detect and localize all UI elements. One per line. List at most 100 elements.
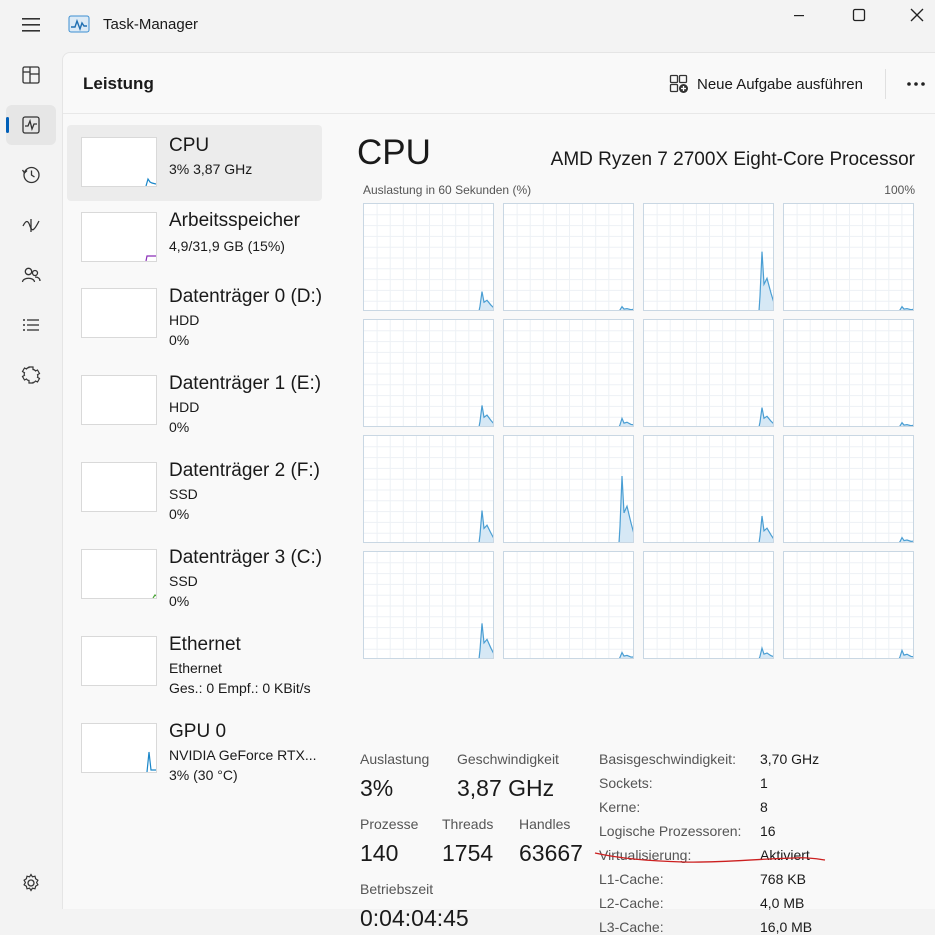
settings-button[interactable]: [12, 864, 50, 902]
spec-value: 1: [760, 775, 768, 791]
perf-item-name: Datenträger 0 (D:): [169, 286, 323, 307]
details-icon: [23, 319, 39, 331]
core-usage-graph: [503, 435, 634, 543]
perf-item-name: Datenträger 2 (F:): [169, 460, 320, 481]
processes-icon: [22, 66, 40, 84]
perf-item[interactable]: Arbeitsspeicher 4,9/31,9 GB (15%): [67, 200, 322, 276]
perf-item[interactable]: Datenträger 3 (C:) SSD 0%: [67, 537, 322, 613]
perf-item[interactable]: Datenträger 0 (D:) HDD 0%: [67, 276, 322, 352]
perf-thumbnail-line: [82, 376, 156, 424]
cpu-heading: CPU: [357, 133, 431, 172]
title-bar: Task-Manager: [0, 0, 935, 50]
core-usage-graph: [783, 203, 914, 311]
nav-app-history[interactable]: [6, 155, 56, 195]
perf-item-name: Datenträger 3 (C:): [169, 547, 323, 568]
core-usage-plot: [364, 204, 493, 310]
app-history-icon: [21, 166, 40, 184]
core-usage-plot: [784, 204, 913, 310]
perf-item[interactable]: Ethernet Ethernet Ges.: 0 Empf.: 0 KBit/s: [67, 624, 322, 700]
perf-item-detail: NVIDIA GeForce RTX...: [169, 747, 317, 763]
perf-item[interactable]: Datenträger 2 (F:) SSD 0%: [67, 450, 322, 526]
perf-item-name: Datenträger 1 (E:): [169, 373, 322, 394]
core-usage-plot: [504, 552, 633, 658]
perf-item-name: GPU 0: [169, 721, 227, 742]
perf-item-detail: 0%: [169, 593, 190, 609]
close-button[interactable]: [894, 0, 935, 30]
nav-performance[interactable]: [6, 105, 56, 145]
perf-thumbnail-line: [152, 594, 156, 598]
new-task-icon: [669, 74, 688, 93]
core-usage-plot: [644, 552, 773, 658]
core-usage-plot: [364, 552, 493, 658]
nav-processes[interactable]: [6, 55, 56, 95]
perf-thumbnail-graph: [81, 212, 157, 262]
perf-thumbnail-graph: [81, 636, 157, 686]
nav-details[interactable]: [6, 305, 56, 345]
perf-item[interactable]: Datenträger 1 (E:) HDD 0%: [67, 363, 322, 439]
active-indicator: [6, 117, 9, 133]
perf-item-detail: HDD: [169, 399, 200, 415]
perf-thumbnail-line: [82, 463, 156, 511]
minimize-button[interactable]: [776, 0, 822, 30]
core-usage-plot: [504, 204, 633, 310]
nav-startup-apps[interactable]: [6, 205, 56, 245]
core-usage-plot: [364, 320, 493, 426]
threads-label: Threads: [442, 816, 494, 832]
more-horizontal-icon: [907, 82, 925, 86]
perf-item-detail: Ethernet: [169, 660, 222, 676]
nav-users[interactable]: [6, 255, 56, 295]
speed-label: Geschwindigkeit: [457, 751, 559, 767]
performance-icon: [22, 116, 40, 134]
perf-thumbnail-graph: [81, 375, 157, 425]
core-usage-plot: [644, 320, 773, 426]
cpu-model-name: AMD Ryzen 7 2700X Eight-Core Processor: [550, 149, 915, 170]
processes-value: 140: [360, 840, 399, 866]
minimize-icon: [794, 15, 804, 17]
handles-label: Handles: [519, 816, 571, 832]
perf-thumbnail-graph: [81, 137, 157, 187]
perf-item-detail: 3% 3,87 GHz: [169, 161, 253, 177]
spec-label: Logische Prozessoren:: [599, 823, 742, 839]
perf-thumbnail-graph: [81, 549, 157, 599]
spec-value: 4,0 MB: [760, 895, 805, 911]
core-usage-plot: [504, 436, 633, 542]
app-title: Task-Manager: [103, 16, 199, 33]
perf-thumbnail-line: [82, 289, 156, 337]
header-divider: [885, 69, 886, 99]
core-usage-graph: [503, 551, 634, 659]
spec-value: 16,0 MB: [760, 919, 813, 935]
uptime-value: 0:04:04:45: [360, 905, 469, 931]
core-usage-plot: [784, 552, 913, 658]
perf-item-detail: HDD: [169, 312, 200, 328]
services-icon: [21, 366, 41, 384]
uptime-label: Betriebszeit: [360, 881, 434, 897]
spec-value: 8: [760, 799, 768, 815]
core-usage-graph: [783, 435, 914, 543]
handwritten-underline: [594, 852, 826, 863]
perf-item[interactable]: GPU 0 NVIDIA GeForce RTX... 3% (30 °C): [67, 711, 322, 787]
graph-axis-label: Auslastung in 60 Sekunden (%): [363, 183, 532, 197]
core-usage-plot: [784, 320, 913, 426]
perf-item[interactable]: CPU 3% 3,87 GHz: [67, 125, 322, 201]
navigation-menu-button[interactable]: [14, 10, 48, 40]
perf-item-name: CPU: [169, 135, 210, 156]
perf-item-detail: 0%: [169, 419, 190, 435]
more-options-button[interactable]: [899, 69, 933, 99]
spec-label: Kerne:: [599, 799, 641, 815]
perf-item-detail: 0%: [169, 506, 190, 522]
core-usage-plot: [644, 436, 773, 542]
maximize-button[interactable]: [836, 0, 882, 30]
logical-processor-graphs: [363, 203, 916, 663]
core-usage-graph: [643, 203, 774, 311]
core-usage-graph: [363, 551, 494, 659]
core-usage-graph: [783, 551, 914, 659]
spec-label: Basisgeschwindigkeit:: [599, 751, 736, 767]
core-usage-graph: [363, 203, 494, 311]
task-manager-app-icon: [68, 15, 90, 33]
nav-services[interactable]: [6, 355, 56, 395]
new-task-button[interactable]: Neue Aufgabe ausführen: [663, 67, 869, 101]
core-usage-graph: [503, 203, 634, 311]
spec-value: 16: [760, 823, 776, 839]
utilization-value: 3%: [360, 775, 394, 801]
speed-value: 3,87 GHz: [457, 775, 555, 801]
